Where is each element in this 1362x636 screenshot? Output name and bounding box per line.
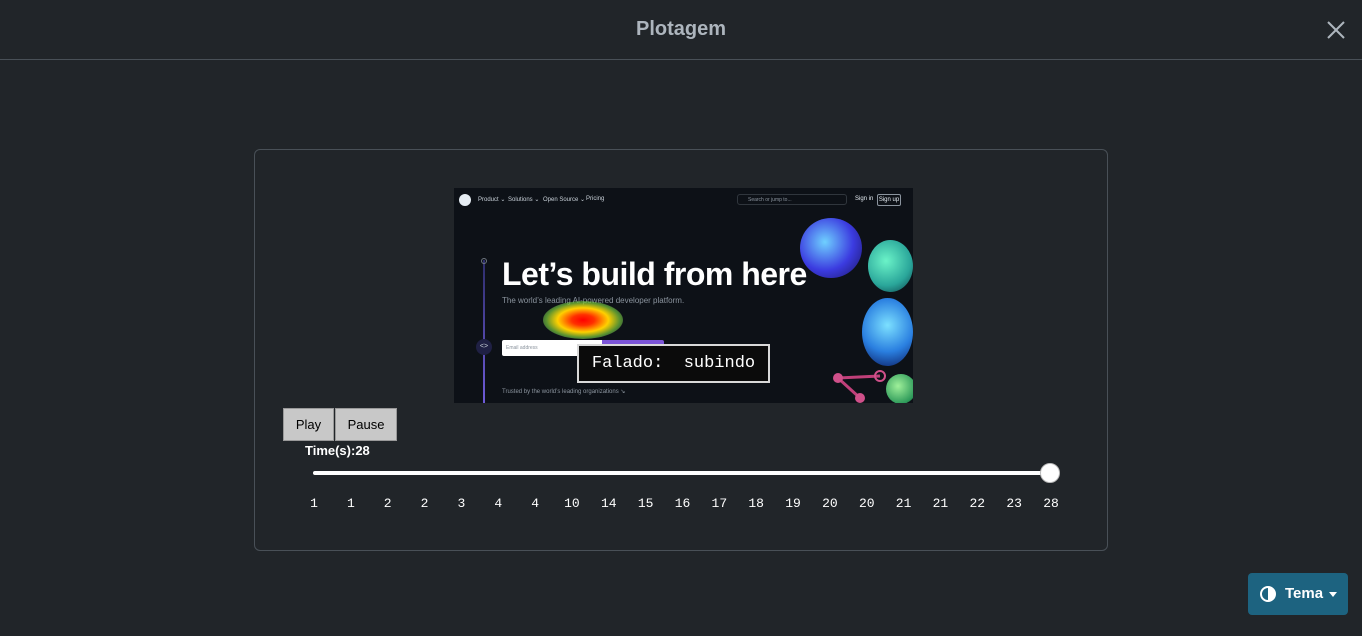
timeline-tick: 2 <box>420 496 429 511</box>
caret-down-icon <box>1329 592 1337 597</box>
close-icon <box>1327 21 1345 39</box>
time-slider-track[interactable] <box>313 471 1055 475</box>
play-button[interactable]: Play <box>283 408 334 441</box>
timeline-tick: 1 <box>310 496 318 511</box>
github-logo-icon <box>459 194 471 206</box>
timeline-tick: 21 <box>895 496 912 511</box>
timeline-tick: 3 <box>457 496 466 511</box>
code-icon: <> <box>476 339 492 355</box>
nav-item-solutions: Solutions ⌄ <box>508 197 540 203</box>
nav-item-open-source: Open Source ⌄ <box>543 197 586 203</box>
timeline-tick: 10 <box>564 496 580 511</box>
modal-title: Plotagem <box>635 18 727 40</box>
timeline-tick: 1 <box>346 496 355 511</box>
decorative-orb <box>886 374 913 403</box>
pause-button[interactable]: Pause <box>335 408 397 441</box>
timeline-tick: 21 <box>932 496 949 511</box>
timeline-dot <box>481 258 487 264</box>
theme-button[interactable]: Tema <box>1248 573 1348 615</box>
timeline-tick: 2 <box>383 496 392 511</box>
timeline-tick: 22 <box>969 496 986 511</box>
timeline-tick: 19 <box>785 496 801 511</box>
screenshot-sign-up: Sign up <box>877 194 901 206</box>
modal-header: Plotagem <box>0 0 1362 60</box>
speech-caption: Falado: subindo <box>577 344 770 383</box>
plot-panel: Product ⌄ Solutions ⌄ Open Source ⌄ Pric… <box>254 149 1108 551</box>
time-slider-thumb[interactable] <box>1040 463 1060 483</box>
timeline-tick: 20 <box>858 496 875 511</box>
timeline-tick: 20 <box>822 496 838 511</box>
theme-label: Tema <box>1285 585 1324 602</box>
timeline-tick: 4 <box>494 496 503 511</box>
timeline-tick: 18 <box>748 496 764 511</box>
timeline-tick: 17 <box>711 496 728 511</box>
page-screenshot: Product ⌄ Solutions ⌄ Open Source ⌄ Pric… <box>454 188 913 403</box>
screenshot-trusted-text: Trusted by the world’s leading organizat… <box>502 389 626 395</box>
timeline-line <box>483 260 485 403</box>
decorative-nodes-icon <box>833 370 886 403</box>
attention-heatmap <box>543 301 623 339</box>
screenshot-headline: Let’s build from here <box>502 256 807 292</box>
timeline-tick: 23 <box>1006 496 1022 511</box>
timeline-tick: 28 <box>1043 496 1059 511</box>
timeline-tick: 4 <box>531 496 539 511</box>
nav-item-product: Product ⌄ <box>478 197 506 203</box>
close-button[interactable] <box>1322 16 1350 44</box>
timeline-tick: 15 <box>637 496 654 511</box>
decorative-orb <box>868 240 913 292</box>
screenshot-sign-in: Sign in <box>855 196 874 202</box>
screenshot-nav: Product ⌄ Solutions ⌄ Open Source ⌄ Pric… <box>454 188 913 212</box>
nav-item-pricing: Pricing <box>586 196 605 202</box>
timeline-tick: 16 <box>674 496 691 511</box>
timeline-tick: 14 <box>600 496 617 511</box>
decorative-orb <box>800 218 862 278</box>
contrast-icon <box>1260 586 1276 602</box>
screenshot-search: Search or jump to... <box>737 194 847 205</box>
time-label: Time(s):28 <box>305 443 370 458</box>
